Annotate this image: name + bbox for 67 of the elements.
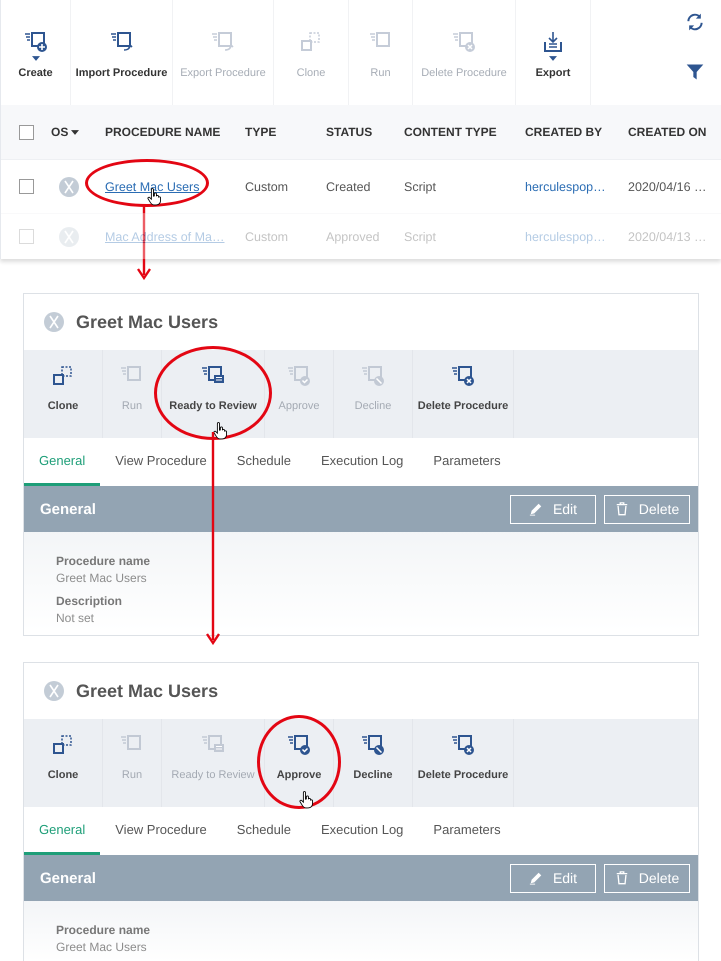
os-x-icon: [44, 312, 64, 332]
action-button[interactable]: Delete Procedure: [413, 719, 513, 807]
type-cell-text: Custom: [245, 230, 290, 244]
tab[interactable]: Execution Log: [306, 807, 418, 855]
procedure-block-icon: [361, 733, 385, 757]
procedure-delete-icon: [452, 30, 476, 54]
field-label: Procedure name: [56, 923, 152, 937]
tab[interactable]: Schedule: [222, 807, 306, 855]
procedure-delete-icon: [451, 364, 475, 388]
tab[interactable]: Execution Log: [306, 438, 418, 486]
procedure-import-icon: [110, 30, 134, 54]
content-type-cell-text: Script: [404, 230, 437, 244]
hand-cursor-icon: [299, 791, 313, 809]
row-checkbox[interactable]: [18, 179, 34, 194]
column-header[interactable]: CREATED BY: [525, 125, 628, 139]
section-title: General: [40, 500, 96, 518]
filter-icon[interactable]: [685, 62, 705, 82]
column-header[interactable]: CONTENT TYPE: [404, 125, 525, 139]
procedure-add-icon: [24, 30, 48, 54]
procedure-export-icon: [211, 30, 235, 54]
procedure-block-icon: [361, 364, 385, 388]
status-cell-text: Approved: [326, 230, 381, 244]
column-header[interactable]: PROCEDURE NAME: [105, 125, 245, 139]
date-cell-text: 2020/04/16 …: [628, 180, 708, 194]
os-x-icon: [59, 176, 79, 196]
trash-icon: [614, 871, 629, 885]
os-x-icon: [44, 681, 64, 701]
tab[interactable]: Parameters: [418, 438, 516, 486]
action-button[interactable]: Clone: [24, 350, 102, 438]
column-header[interactable]: CREATED ON: [628, 125, 721, 139]
clone-icon: [51, 733, 75, 757]
pencil-icon: [528, 871, 543, 885]
tab[interactable]: View Procedure: [100, 438, 222, 486]
procedure-check-icon: [287, 733, 311, 757]
clone-icon: [299, 30, 323, 54]
type-cell-text: Custom: [245, 180, 290, 194]
column-header[interactable]: STATUS: [326, 125, 404, 139]
date-cell-text: 2020/04/13 …: [628, 230, 708, 244]
field-value: Greet Mac Users: [56, 571, 148, 585]
content-type-cell-text: Script: [404, 180, 437, 194]
procedure-link[interactable]: Greet Mac Users: [105, 180, 200, 194]
clone-icon: [51, 364, 75, 388]
refresh-icon[interactable]: [685, 12, 705, 32]
pencil-icon: [528, 502, 543, 516]
action-button[interactable]: Clone: [24, 719, 102, 807]
tab[interactable]: Parameters: [418, 807, 516, 855]
procedure-title: Greet Mac Users: [76, 312, 218, 332]
select-all-checkbox[interactable]: [18, 124, 34, 140]
field-value: Not set: [56, 611, 96, 625]
action-button[interactable]: Delete Procedure: [413, 350, 513, 438]
field-value: Greet Mac Users: [56, 940, 148, 954]
download-tray-icon: [541, 30, 565, 54]
trash-icon: [614, 502, 629, 516]
action-button[interactable]: Decline: [334, 719, 412, 807]
tab[interactable]: View Procedure: [100, 807, 222, 855]
field-label: Procedure name: [56, 554, 152, 568]
status-cell-text: Created: [326, 180, 372, 194]
procedure-title: Greet Mac Users: [76, 680, 218, 702]
field-label: Description: [56, 594, 124, 608]
creator-link[interactable]: herculespop…: [525, 180, 606, 194]
tab[interactable]: Schedule: [222, 438, 306, 486]
column-header[interactable]: TYPE: [245, 125, 326, 139]
section-title: General: [40, 870, 96, 886]
hand-cursor-icon: [213, 422, 227, 440]
procedure-delete-icon: [451, 733, 475, 757]
column-header[interactable]: OS: [51, 125, 105, 139]
procedure-check-icon: [287, 364, 311, 388]
